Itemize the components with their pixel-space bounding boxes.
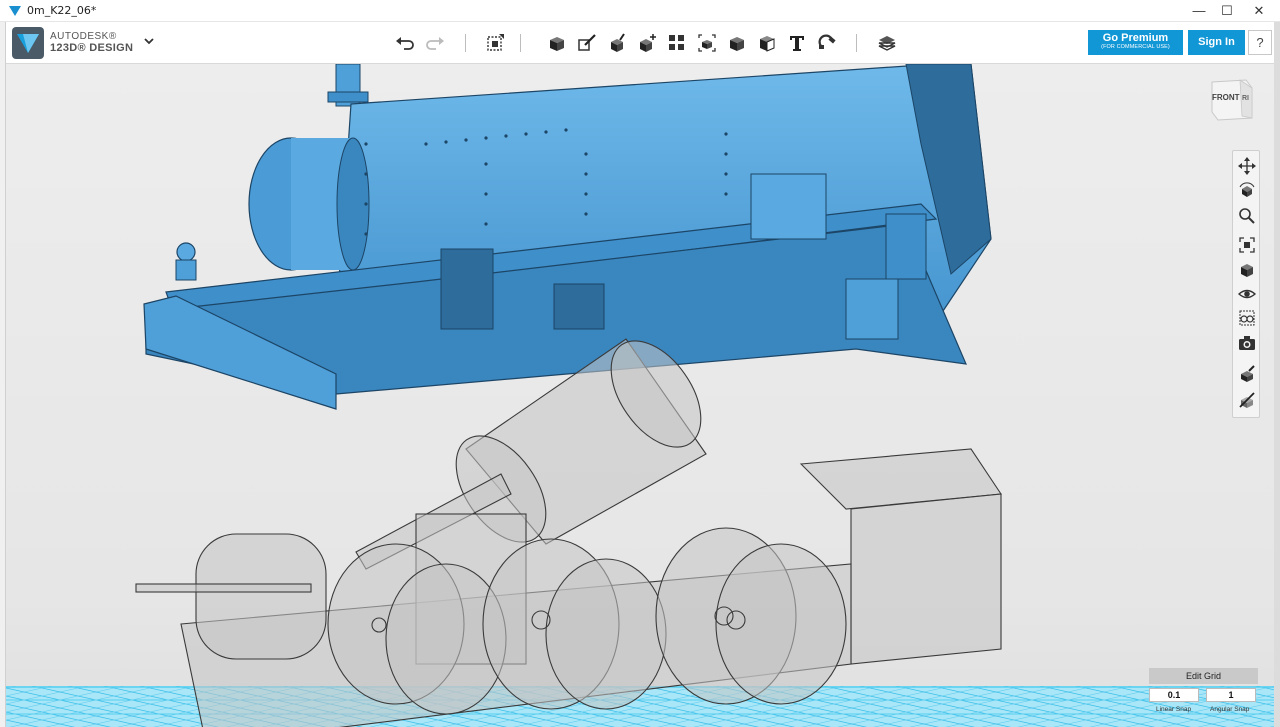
material-view-icon[interactable] (1238, 309, 1256, 327)
app-toolbar: AUTODESK® 123D® DESIGN Go Premium (FOR C… (6, 22, 1274, 64)
orbit-icon[interactable] (1238, 182, 1256, 200)
measure-icon[interactable] (756, 32, 778, 54)
viewcube-right-label: RI (1242, 95, 1249, 102)
redo-icon[interactable] (424, 32, 446, 54)
navigation-bar (1232, 150, 1260, 418)
linear-snap-label: Linear Snap (1156, 706, 1192, 713)
text-icon[interactable] (786, 32, 808, 54)
primitives-icon[interactable] (546, 32, 568, 54)
linear-snap-input[interactable]: 0.1 (1149, 688, 1199, 702)
edit-grid-button[interactable]: Edit Grid (1149, 668, 1258, 684)
zoom-icon[interactable] (1238, 207, 1256, 225)
desktop-edge-right (1274, 22, 1280, 727)
viewcube-front-label: FRONT (1212, 93, 1240, 102)
pan-icon[interactable] (1238, 157, 1256, 175)
window-titlebar: 0m_K22_06* — ☐ ✕ (0, 0, 1280, 22)
combine-icon[interactable] (726, 32, 748, 54)
edit-grid-panel: Edit Grid 0.1 1 Linear Snap Angular Snap (1149, 668, 1261, 722)
window-title: 0m_K22_06* (27, 4, 97, 17)
help-button[interactable]: ? (1248, 30, 1272, 55)
angular-snap-input[interactable]: 1 (1206, 688, 1256, 702)
pattern-icon[interactable] (666, 32, 688, 54)
brand-line-1: AUTODESK® (50, 31, 117, 42)
go-premium-label: Go Premium (1102, 32, 1169, 44)
snap-icon[interactable] (816, 32, 838, 54)
camera-icon[interactable] (1238, 334, 1256, 352)
grouping-icon[interactable] (696, 32, 718, 54)
construct-icon[interactable] (606, 32, 628, 54)
sketch-icon[interactable] (576, 32, 598, 54)
go-premium-sublabel: (FOR COMMERCIAL USE) (1101, 44, 1170, 50)
app-logo-icon (9, 6, 21, 16)
fit-icon[interactable] (1238, 236, 1256, 254)
close-button[interactable]: ✕ (1242, 0, 1276, 22)
autodesk-logo-icon (12, 27, 44, 59)
hide-icon[interactable] (1238, 391, 1256, 409)
model-scene[interactable] (6, 64, 1274, 727)
go-premium-button[interactable]: Go Premium (FOR COMMERCIAL USE) (1088, 30, 1183, 55)
toolbar-separator (520, 34, 521, 52)
chevron-down-icon (144, 38, 154, 45)
3d-viewport[interactable]: FRONT RI Edit Grid 0.1 1 Linear Snap Ang… (6, 64, 1274, 727)
maximize-button[interactable]: ☐ (1210, 0, 1244, 22)
view-icon[interactable] (1238, 261, 1256, 279)
sign-in-button[interactable]: Sign In (1188, 30, 1245, 55)
locomotive-body-model[interactable] (143, 64, 992, 410)
visibility-icon[interactable] (1238, 285, 1256, 303)
view-cube[interactable]: FRONT RI (1206, 76, 1254, 124)
toolbar-separator (856, 34, 857, 52)
brand-line-2: 123D® DESIGN (50, 42, 134, 54)
angular-snap-label: Angular Snap (1210, 706, 1250, 713)
undo-icon[interactable] (394, 32, 416, 54)
material-icon[interactable] (876, 32, 898, 54)
snap-grid-icon[interactable] (1238, 365, 1256, 383)
transform-icon[interactable] (484, 32, 506, 54)
toolbar-separator (465, 34, 466, 52)
modify-icon[interactable] (636, 32, 658, 54)
